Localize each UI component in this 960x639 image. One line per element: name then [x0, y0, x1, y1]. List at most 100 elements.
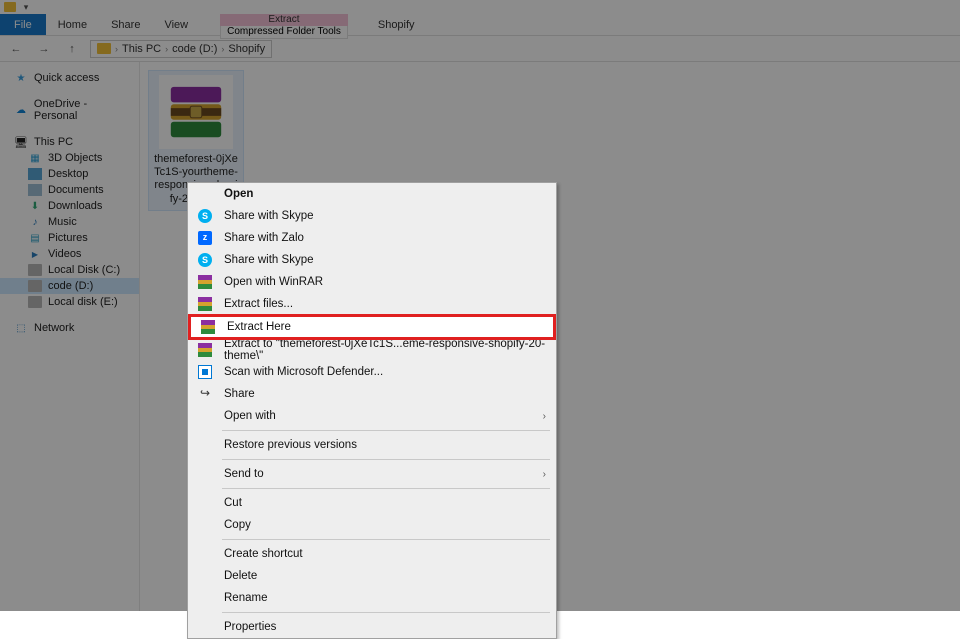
- ctx-restore-versions[interactable]: Restore previous versions: [188, 434, 556, 456]
- ctx-cut[interactable]: Cut: [188, 492, 556, 514]
- chevron-right-icon: ›: [115, 44, 118, 54]
- nav-videos[interactable]: Videos: [0, 246, 139, 262]
- nav-quick-access[interactable]: Quick access: [0, 70, 139, 86]
- star-icon: [14, 72, 28, 84]
- separator: [222, 459, 550, 460]
- ctx-extract-to[interactable]: Extract to "themeforest-0jXeTc1S...eme-r…: [188, 339, 556, 361]
- ctx-extract-here[interactable]: Extract Here: [188, 314, 556, 340]
- ctx-label: Properties: [224, 621, 546, 633]
- separator: [222, 539, 550, 540]
- ctx-label: Share with Skype: [224, 254, 546, 266]
- nav-code-d[interactable]: code (D:): [0, 278, 139, 294]
- nav-local-disk-c[interactable]: Local Disk (C:): [0, 262, 139, 278]
- breadcrumb[interactable]: › This PC › code (D:) › Shopify: [90, 40, 272, 58]
- separator: [222, 612, 550, 613]
- view-tab[interactable]: View: [152, 14, 200, 35]
- ctx-share-zalo[interactable]: Share with Zalo: [188, 227, 556, 249]
- ctx-label: Restore previous versions: [224, 439, 546, 451]
- ctx-send-to[interactable]: Send to ›: [188, 463, 556, 485]
- zalo-icon: [198, 231, 212, 245]
- nav-music[interactable]: Music: [0, 214, 139, 230]
- defender-icon: [198, 365, 212, 379]
- ctx-delete[interactable]: Delete: [188, 565, 556, 587]
- nav-pictures[interactable]: Pictures: [0, 230, 139, 246]
- ctx-open-with[interactable]: Open with ›: [188, 405, 556, 427]
- ctx-open[interactable]: Open: [188, 183, 556, 205]
- ctx-label: Scan with Microsoft Defender...: [224, 366, 546, 378]
- nav-label: This PC: [34, 136, 73, 148]
- nav-desktop[interactable]: Desktop: [0, 166, 139, 182]
- nav-label: Music: [48, 216, 77, 228]
- winrar-icon: [198, 343, 212, 357]
- videos-icon: [28, 248, 42, 260]
- nav-label: Quick access: [34, 72, 99, 84]
- ctx-properties[interactable]: Properties: [188, 616, 556, 638]
- nav-3d-objects[interactable]: 3D Objects: [0, 150, 139, 166]
- navigation-pane: Quick access OneDrive - Personal This PC…: [0, 62, 140, 611]
- ctx-label: Share with Zalo: [224, 232, 546, 244]
- pictures-icon: [28, 232, 42, 244]
- pc-icon: [14, 136, 28, 148]
- breadcrumb-code-d[interactable]: code (D:): [172, 43, 217, 55]
- forward-button[interactable]: →: [34, 43, 54, 55]
- ctx-rename[interactable]: Rename: [188, 587, 556, 609]
- chevron-right-icon: ›: [221, 44, 224, 54]
- back-button[interactable]: ←: [6, 43, 26, 55]
- winrar-icon: [198, 297, 212, 311]
- qat-dropdown-icon[interactable]: ▾: [20, 1, 32, 13]
- separator: [222, 430, 550, 431]
- desktop-icon: [28, 168, 42, 180]
- nav-label: Network: [34, 322, 74, 334]
- nav-label: Videos: [48, 248, 81, 260]
- disk-icon: [28, 264, 42, 276]
- contextual-tab-group: Extract Compressed Folder Tools: [220, 14, 348, 35]
- up-button[interactable]: ↑: [62, 43, 82, 55]
- nav-label: Desktop: [48, 168, 88, 180]
- ctx-share-skype-2[interactable]: Share with Skype: [188, 249, 556, 271]
- separator: [222, 488, 550, 489]
- file-tab[interactable]: File: [0, 14, 46, 35]
- ctx-label: Copy: [224, 519, 546, 531]
- ctx-scan-defender[interactable]: Scan with Microsoft Defender...: [188, 361, 556, 383]
- chevron-right-icon: ›: [543, 469, 546, 480]
- ctx-label: Send to: [224, 468, 533, 480]
- disk-icon: [28, 280, 42, 292]
- ctx-label: Extract to "themeforest-0jXeTc1S...eme-r…: [224, 338, 546, 362]
- nav-label: 3D Objects: [48, 152, 102, 164]
- ctx-share[interactable]: Share: [188, 383, 556, 405]
- breadcrumb-this-pc[interactable]: This PC: [122, 43, 161, 55]
- winrar-icon: [201, 320, 215, 334]
- nav-local-disk-e[interactable]: Local disk (E:): [0, 294, 139, 310]
- ctx-share-skype[interactable]: Share with Skype: [188, 205, 556, 227]
- documents-icon: [28, 184, 42, 196]
- quick-access-toolbar: ▾: [0, 0, 960, 14]
- context-menu: Open Share with Skype Share with Zalo Sh…: [187, 182, 557, 639]
- ctx-label: Open with WinRAR: [224, 276, 546, 288]
- nav-this-pc[interactable]: This PC: [0, 134, 139, 150]
- ctx-copy[interactable]: Copy: [188, 514, 556, 536]
- share-tab[interactable]: Share: [99, 14, 152, 35]
- breadcrumb-shopify[interactable]: Shopify: [228, 43, 265, 55]
- nav-label: Downloads: [48, 200, 102, 212]
- chevron-right-icon: ›: [543, 411, 546, 422]
- folder-icon: [97, 43, 111, 54]
- nav-label: OneDrive - Personal: [34, 98, 133, 122]
- ctx-label: Extract Here: [227, 321, 543, 333]
- disk-icon: [28, 296, 42, 308]
- nav-documents[interactable]: Documents: [0, 182, 139, 198]
- nav-label: Local disk (E:): [48, 296, 118, 308]
- nav-downloads[interactable]: Downloads: [0, 198, 139, 214]
- winrar-archive-icon: [159, 75, 233, 149]
- downloads-icon: [28, 200, 42, 212]
- ctx-extract-files[interactable]: Extract files...: [188, 293, 556, 315]
- address-bar: ← → ↑ › This PC › code (D:) › Shopify: [0, 36, 960, 62]
- nav-network[interactable]: Network: [0, 320, 139, 336]
- nav-onedrive[interactable]: OneDrive - Personal: [0, 96, 139, 124]
- ctx-label: Open with: [224, 410, 533, 422]
- compressed-folder-tools-tab[interactable]: Compressed Folder Tools: [220, 26, 348, 39]
- home-tab[interactable]: Home: [46, 14, 99, 35]
- skype-icon: [198, 209, 212, 223]
- ctx-open-winrar[interactable]: Open with WinRAR: [188, 271, 556, 293]
- chevron-right-icon: ›: [165, 44, 168, 54]
- ctx-create-shortcut[interactable]: Create shortcut: [188, 543, 556, 565]
